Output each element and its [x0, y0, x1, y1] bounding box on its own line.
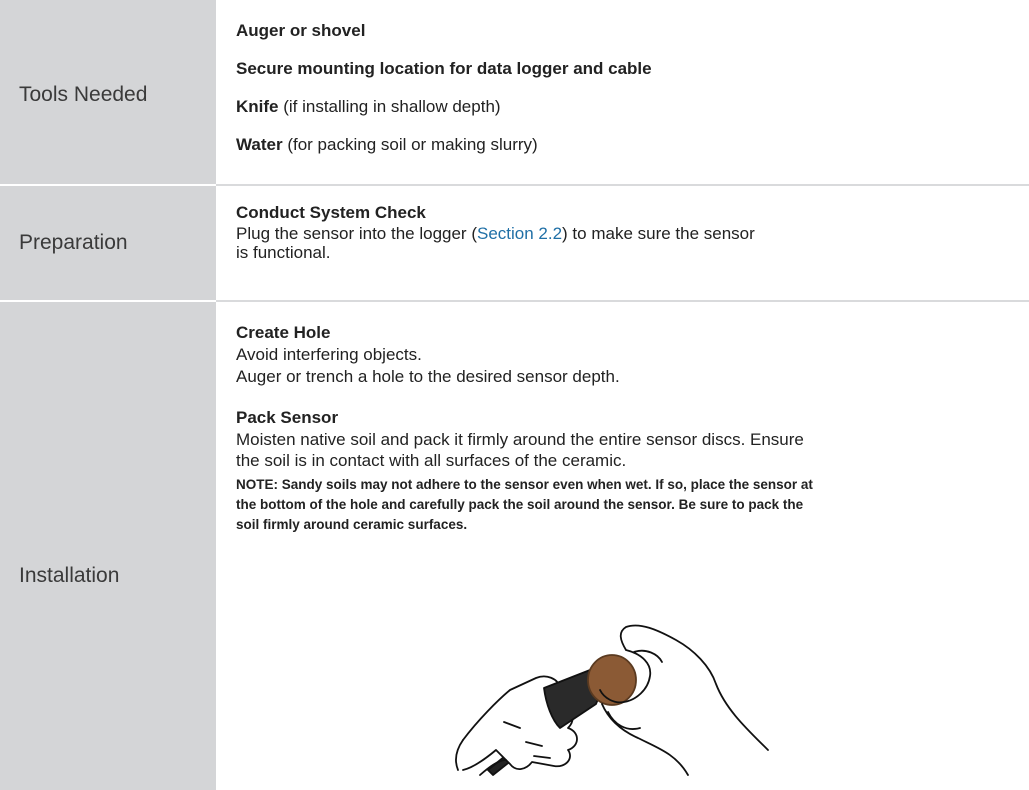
create-hole-text: Avoid interfering objects. [236, 345, 422, 364]
create-hole-text: Auger or trench a hole to the desired se… [236, 367, 620, 386]
preparation-text-line: is functional. [236, 243, 331, 262]
pack-sensor-text: the soil is in contact with all surfaces… [236, 451, 627, 470]
note-line: NOTE: Sandy soils may not adhere to the … [236, 477, 813, 492]
preparation-label: Preparation [19, 231, 128, 254]
tool-item-name: Water [236, 135, 283, 154]
tools-needed-row: Tools Needed Auger or shovel Secure moun… [0, 0, 1029, 184]
note-line: soil firmly around ceramic surfaces. [236, 517, 468, 532]
sandy-soil-note: NOTE: Sandy soils may not adhere to the … [236, 475, 1006, 535]
pack-sensor-heading: Pack Sensor [236, 408, 339, 427]
installation-label-cell: Installation [0, 302, 216, 790]
section-link[interactable]: Section 2.2 [477, 224, 562, 243]
installation-label: Installation [19, 564, 120, 587]
tool-item-detail: (for packing soil or making slurry) [282, 135, 538, 154]
tool-item-name: Auger or shovel [236, 21, 366, 40]
preparation-text-pre: Plug the sensor into the logger ( [236, 224, 477, 243]
tool-item: Secure mounting location for data logger… [236, 58, 652, 80]
tool-item: Auger or shovel [236, 20, 365, 42]
tool-item-name: Secure mounting location for data logger… [236, 59, 652, 78]
note-line: the bottom of the hole and carefully pac… [236, 497, 804, 512]
tool-item-name: Knife [236, 97, 279, 116]
tools-needed-content: Auger or shovel Secure mounting location… [216, 0, 1029, 184]
installation-table: Tools Needed Auger or shovel Secure moun… [0, 0, 1029, 790]
soil-ball [587, 654, 637, 706]
pack-sensor-text: Moisten native soil and pack it firmly a… [236, 430, 804, 449]
preparation-heading: Conduct System Check [236, 203, 426, 222]
packing-sensor-illustration [455, 624, 769, 776]
tools-needed-label-cell: Tools Needed [0, 0, 216, 184]
preparation-text-post: ) to make sure the sensor [562, 224, 755, 243]
tool-item: Knife (if installing in shallow depth) [236, 96, 501, 118]
create-hole-heading: Create Hole [236, 323, 331, 342]
preparation-content: Conduct System Check Plug the sensor int… [216, 186, 1029, 300]
tools-needed-label: Tools Needed [19, 83, 148, 106]
tool-item-detail: (if installing in shallow depth) [278, 97, 501, 116]
preparation-label-cell: Preparation [0, 186, 216, 300]
tool-item: Water (for packing soil or making slurry… [236, 134, 538, 156]
preparation-row: Preparation Conduct System Check Plug th… [0, 186, 1029, 300]
